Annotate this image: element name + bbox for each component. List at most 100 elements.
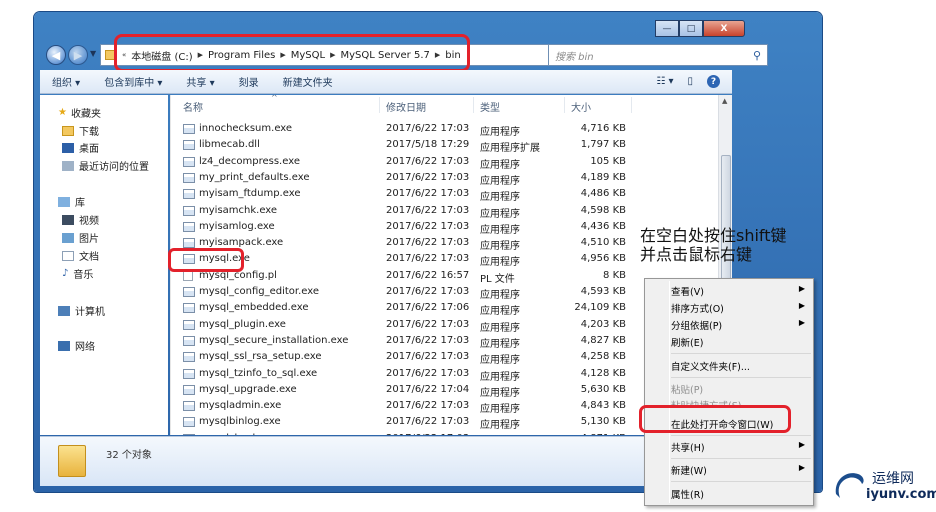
- file-row[interactable]: myisamchk.exe 2017/6/22 17:03 应用程序 4,598 KB: [171, 203, 717, 220]
- library-icon: [58, 196, 70, 207]
- file-row[interactable]: mysql_config.pl 2017/6/22 16:57 PL 文件 8 KB: [171, 268, 717, 285]
- menu-separator: [671, 377, 811, 378]
- file-row[interactable]: mysql.exe 2017/6/22 17:03 应用程序 4,956 KB: [171, 251, 717, 268]
- maximize-button[interactable]: □: [679, 20, 703, 37]
- file-row[interactable]: lz4_decompress.exe 2017/6/22 17:03 应用程序 105…: [171, 154, 717, 171]
- file-size: 24,109 KB: [574, 302, 626, 314]
- file-type: 应用程序: [480, 127, 520, 138]
- minimize-button[interactable]: —: [655, 20, 679, 37]
- menu-item-new-label: 新建(W): [671, 466, 707, 477]
- include-in-library-button[interactable]: 包含到库中 ▾: [92, 74, 174, 89]
- file-size: 4,593 KB: [580, 286, 626, 297]
- file-type: 应用程序: [480, 338, 520, 350]
- preview-pane-icon[interactable]: ▯: [687, 76, 693, 87]
- file-row[interactable]: myisampack.exe 2017/6/22 17:03 应用程序 4,510 K…: [171, 235, 717, 252]
- file-row[interactable]: myisamlog.exe 2017/6/22 17:03 应用程序 4,436 KB: [171, 219, 717, 236]
- nav-downloads[interactable]: 下载: [62, 123, 99, 138]
- menu-item-new[interactable]: 新建(W) ▶: [671, 463, 811, 479]
- menu-separator: [671, 435, 811, 436]
- file-row[interactable]: mysql_tzinfo_to_sql.exe 2017/6/22 17:03 应用…: [171, 366, 717, 383]
- file-row[interactable]: myisam_ftdump.exe 2017/6/22 17:03 应用程序 4,48…: [171, 186, 717, 203]
- file-row[interactable]: my_print_defaults.exe 2017/6/22 17:03 应用程序…: [171, 170, 717, 187]
- menu-separator: [671, 458, 811, 459]
- caption-buttons: — □ X: [655, 20, 745, 37]
- desktop-icon: [62, 142, 74, 153]
- organize-button[interactable]: 组织 ▾: [40, 74, 92, 89]
- file-row[interactable]: mysql_plugin.exe 2017/6/22 17:03 应用程序 4,203…: [171, 317, 717, 334]
- close-button[interactable]: X: [703, 20, 745, 37]
- file-row[interactable]: mysqlcheck.exe 2017/6/22 17:03 应用程序 4,871 K…: [171, 431, 717, 435]
- column-type-header[interactable]: 类型: [480, 99, 500, 114]
- file-name: libmecab.dll: [199, 139, 260, 151]
- nav-documents[interactable]: 文档: [62, 248, 99, 263]
- mysql-exe-highlight-box: [168, 248, 244, 272]
- column-divider[interactable]: [473, 97, 474, 113]
- nav-recent[interactable]: 最近访问的位置: [62, 158, 149, 173]
- folder-icon: [58, 445, 86, 477]
- menu-item-paste[interactable]: 粘贴(P): [671, 382, 811, 398]
- menu-item-properties[interactable]: 属性(R): [671, 487, 811, 503]
- file-name: myisamchk.exe: [199, 204, 278, 216]
- file-date: 2017/6/22 17:03: [386, 155, 470, 167]
- nav-network[interactable]: 网络: [58, 338, 95, 353]
- nav-videos[interactable]: 视频: [62, 212, 99, 227]
- file-type: 应用程序: [480, 175, 520, 187]
- scroll-up-icon[interactable]: ▲: [722, 97, 727, 105]
- column-headers: 名称 ^ 修改日期 类型 大小: [171, 95, 717, 115]
- file-row[interactable]: mysql_ssl_rsa_setup.exe 2017/6/22 17:03 应用…: [171, 349, 717, 366]
- menu-item-sort[interactable]: 排序方式(O) ▶: [671, 301, 811, 317]
- submenu-arrow-icon: ▶: [798, 284, 805, 293]
- file-row[interactable]: mysql_config_editor.exe 2017/6/22 17:03 应用…: [171, 284, 717, 301]
- forward-button[interactable]: ▶: [68, 45, 88, 65]
- file-size: 8 KB: [603, 269, 626, 281]
- column-date-header[interactable]: 修改日期: [386, 99, 426, 114]
- file-size: 4,128 KB: [580, 367, 626, 379]
- nav-music[interactable]: ♪ 音乐: [62, 266, 93, 281]
- column-divider[interactable]: [564, 97, 565, 113]
- search-icon[interactable]: ⚲: [753, 49, 761, 62]
- nav-favorites[interactable]: ★ 收藏夹: [58, 105, 101, 120]
- file-row[interactable]: mysqlbinlog.exe 2017/6/22 17:03 应用程序 5,130 …: [171, 414, 717, 431]
- nav-downloads-label: 下载: [79, 127, 99, 138]
- file-type: 应用程序: [480, 159, 520, 171]
- watermark-logo: 运维网 iyunv.com: [832, 466, 936, 506]
- file-row[interactable]: mysql_embedded.exe 2017/6/22 17:06 应用程序 24,…: [171, 300, 717, 317]
- file-row[interactable]: libmecab.dll 2017/5/18 17:29 应用程序扩展 1,797 K…: [171, 137, 717, 154]
- menu-item-refresh[interactable]: 刷新(E): [671, 335, 811, 351]
- share-button[interactable]: 共享 ▾: [174, 74, 226, 89]
- file-row[interactable]: mysqladmin.exe 2017/6/22 17:03 应用程序 4,843 K…: [171, 398, 717, 415]
- menu-item-group[interactable]: 分组依据(P) ▶: [671, 318, 811, 334]
- column-divider[interactable]: [379, 97, 380, 113]
- file-name: mysqladmin.exe: [199, 400, 282, 412]
- nav-pictures[interactable]: 图片: [62, 230, 99, 245]
- burn-button[interactable]: 刻录: [227, 74, 271, 89]
- annotation-text: 在空白处按住shift键 并点击鼠标右键: [640, 226, 787, 264]
- nav-libraries[interactable]: 库: [58, 194, 85, 209]
- file-row[interactable]: innochecksum.exe 2017/6/22 17:03 应用程序 4,716…: [171, 121, 717, 138]
- help-icon[interactable]: ?: [707, 75, 720, 88]
- history-dropdown-icon[interactable]: ▼: [90, 49, 96, 58]
- search-input[interactable]: 搜索 bin ⚲: [548, 44, 768, 66]
- file-date: 2017/6/22 17:03: [386, 318, 470, 330]
- nav-pictures-label: 图片: [79, 234, 99, 245]
- nav-desktop[interactable]: 桌面: [62, 140, 99, 155]
- nav-computer[interactable]: 计算机: [58, 303, 105, 318]
- back-button[interactable]: ◀: [46, 45, 66, 65]
- view-options-icon[interactable]: ☷ ▾: [656, 76, 673, 87]
- column-divider[interactable]: [631, 97, 632, 113]
- file-date: 2017/6/22 17:03: [386, 286, 470, 297]
- menu-item-view[interactable]: 查看(V) ▶: [671, 284, 811, 300]
- open-cmd-highlight-box: [639, 405, 791, 433]
- command-bar: 组织 ▾ 包含到库中 ▾ 共享 ▾ 刻录 新建文件夹 ☷ ▾ ▯ ?: [40, 70, 732, 94]
- file-row[interactable]: mysql_secure_installation.exe 2017/6/22 1…: [171, 333, 717, 350]
- new-folder-button[interactable]: 新建文件夹: [271, 74, 345, 89]
- file-size: 4,827 KB: [580, 334, 626, 346]
- file-size: 4,189 KB: [580, 171, 626, 183]
- menu-item-share[interactable]: 共享(H) ▶: [671, 440, 811, 456]
- column-name-header[interactable]: 名称: [183, 99, 203, 114]
- file-row[interactable]: mysql_upgrade.exe 2017/6/22 17:04 应用程序 5,63…: [171, 382, 717, 399]
- column-size-header[interactable]: 大小: [571, 99, 591, 114]
- menu-item-customize[interactable]: 自定义文件夹(F)...: [671, 359, 811, 375]
- file-name: my_print_defaults.exe: [199, 171, 310, 183]
- menu-item-group-label: 分组依据(P): [671, 321, 723, 332]
